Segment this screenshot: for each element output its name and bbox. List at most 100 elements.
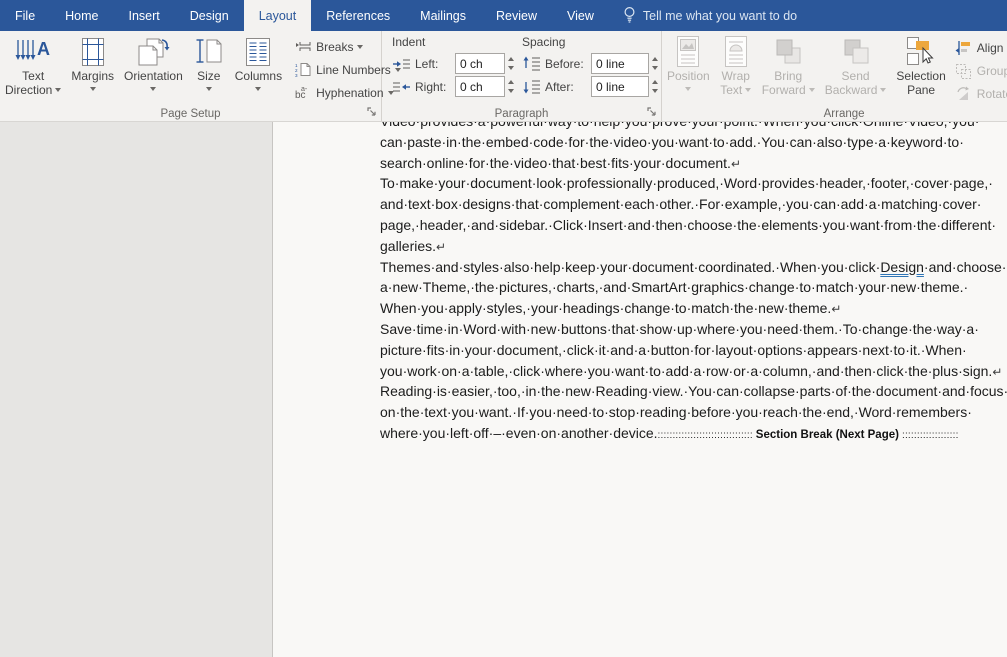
button-label: Line Numbers <box>316 63 391 77</box>
spin-up-icon[interactable] <box>652 80 658 84</box>
spin-down-icon[interactable] <box>652 89 658 93</box>
tab-mailings[interactable]: Mailings <box>405 0 481 31</box>
left-value-input[interactable] <box>455 53 505 74</box>
line-numbers-icon: 1 2 3 <box>295 62 312 77</box>
text-run: you·work·on·a·table,·click·where·you·wan… <box>380 363 992 379</box>
paragraph-dialog-launcher-icon[interactable] <box>645 105 658 118</box>
row-after: After: <box>522 75 658 98</box>
page-setup-dialog-launcher-icon[interactable] <box>365 105 378 118</box>
text-run: When·you·apply·styles,·your·headings·cha… <box>380 300 831 316</box>
text-run: Reading·is·easier,·too,·in·the·new·Readi… <box>380 383 1007 399</box>
button-wrap-text: WrapText <box>715 33 757 97</box>
right-value-input[interactable] <box>455 76 505 97</box>
document-line: When·you·apply·styles,·your·headings·cha… <box>380 298 958 319</box>
text-run: where·you·left·off·–·even·on·another·dev… <box>380 423 658 444</box>
section-break-leader: :::::::::::::::::::: <box>902 426 958 447</box>
document-line: page,·header,·and·sidebar.·Click·Insert·… <box>380 215 958 236</box>
text-run: ·and·choose· <box>924 259 1007 275</box>
selection-pane-icon <box>905 35 937 69</box>
text-run: Save·time·in·Word·with·new·buttons·that·… <box>380 321 979 337</box>
chevron-down-icon <box>255 87 261 91</box>
document-text: Video·provides·a·powerful·way·to·help·yo… <box>380 122 958 444</box>
spin-up-icon[interactable] <box>652 57 658 61</box>
text-run: a·new·Theme,·the·pictures,·charts,·and·S… <box>380 279 968 295</box>
tab-home[interactable]: Home <box>50 0 113 31</box>
button-group: Group <box>955 62 1007 79</box>
button-label: Backward <box>825 84 878 98</box>
paragraph-mark: ↵ <box>731 157 741 171</box>
left-stepper[interactable] <box>508 57 514 70</box>
tell-me-box[interactable]: Tell me what you want to do <box>613 0 807 31</box>
text-run: page,·header,·and·sidebar.·Click·Insert·… <box>380 217 996 233</box>
document-line: Save·time·in·Word·with·new·buttons·that·… <box>380 319 958 340</box>
button-label: Margins <box>71 70 114 84</box>
margins-icon <box>80 36 106 68</box>
before-value-input[interactable] <box>591 53 649 74</box>
row-before: Before: <box>522 52 658 75</box>
button-label: Columns <box>235 70 282 84</box>
document-line: a·new·Theme,·the·pictures,·charts,·and·S… <box>380 277 958 298</box>
section-break-line: where·you·left·off·–·even·on·another·dev… <box>380 423 958 444</box>
right-stepper[interactable] <box>508 80 514 93</box>
chevron-down-icon <box>357 45 363 49</box>
send-backward-icon <box>841 36 871 68</box>
text-run: galleries. <box>380 238 436 254</box>
document-line: galleries.↵ <box>380 236 958 257</box>
button-margins[interactable]: Margins <box>66 33 119 97</box>
document-line: on·the·text·you·want.·If·you·need·to·sto… <box>380 402 958 423</box>
document-line: search·online·for·the·video·that·best·fi… <box>380 153 958 174</box>
document-page[interactable]: Video·provides·a·powerful·way·to·help·yo… <box>272 122 1007 657</box>
spin-up-icon[interactable] <box>508 80 514 84</box>
document-line: picture·fits·in·your·document,·click·it·… <box>380 340 958 361</box>
group-label-paragraph: Paragraph <box>382 108 661 120</box>
tab-insert[interactable]: Insert <box>114 0 175 31</box>
tab-design[interactable]: Design <box>175 0 244 31</box>
button-align[interactable]: Align <box>955 39 1007 56</box>
text-run: picture·fits·in·your·document,·click·it·… <box>380 342 967 358</box>
spin-down-icon[interactable] <box>508 89 514 93</box>
after-stepper[interactable] <box>652 80 658 93</box>
hyphenation-icon: bc a- <box>295 85 312 100</box>
spacing-before-icon <box>522 56 541 71</box>
tab-file[interactable]: File <box>0 0 50 31</box>
tab-view[interactable]: View <box>552 0 609 31</box>
spin-up-icon[interactable] <box>508 57 514 61</box>
button-text-direction[interactable]: ATextDirection <box>0 33 66 97</box>
button-label: Direction <box>5 84 52 98</box>
button-selection-pane[interactable]: SelectionPane <box>891 33 950 97</box>
tab-review[interactable]: Review <box>481 0 552 31</box>
chevron-down-icon <box>880 88 886 92</box>
row-left: Left: <box>392 52 514 75</box>
document-line: Themes·and·styles·also·help·keep·your·do… <box>380 257 958 278</box>
button-label: Text <box>720 84 742 98</box>
orientation-icon <box>135 36 171 68</box>
group-label-arrange: Arrange <box>662 108 1007 120</box>
section-break-label: Section Break (Next Page) <box>753 425 902 446</box>
rotate-icon <box>955 86 972 102</box>
section-break-leader: :::::::::::::::::::::::::::::::::: <box>658 426 753 447</box>
button-label: Pane <box>907 84 935 98</box>
spin-down-icon[interactable] <box>508 66 514 70</box>
field-label: Right: <box>415 80 451 94</box>
button-size[interactable]: Size <box>188 33 230 97</box>
wrap-text-icon <box>722 35 750 69</box>
indent-left-icon <box>392 57 411 71</box>
lightbulb-icon <box>623 6 636 26</box>
tab-layout[interactable]: Layout <box>244 0 312 31</box>
button-columns[interactable]: Columns <box>230 33 287 97</box>
grammar-flagged-word: Design <box>880 259 924 275</box>
position-icon <box>674 35 702 69</box>
tab-references[interactable]: References <box>311 0 405 31</box>
after-value-input[interactable] <box>591 76 649 97</box>
size-icon <box>195 36 223 68</box>
breaks-icon <box>295 39 312 54</box>
before-stepper[interactable] <box>652 57 658 70</box>
spin-down-icon[interactable] <box>652 66 658 70</box>
button-label: Send <box>842 70 870 84</box>
document-line: To·make·your·document·look·professionall… <box>380 173 958 194</box>
svg-text:3: 3 <box>295 73 298 77</box>
document-line: Reading·is·easier,·too,·in·the·new·Readi… <box>380 381 958 402</box>
button-orientation[interactable]: Orientation <box>119 33 188 97</box>
field-label: Before: <box>545 57 587 71</box>
chevron-down-icon <box>55 88 61 92</box>
